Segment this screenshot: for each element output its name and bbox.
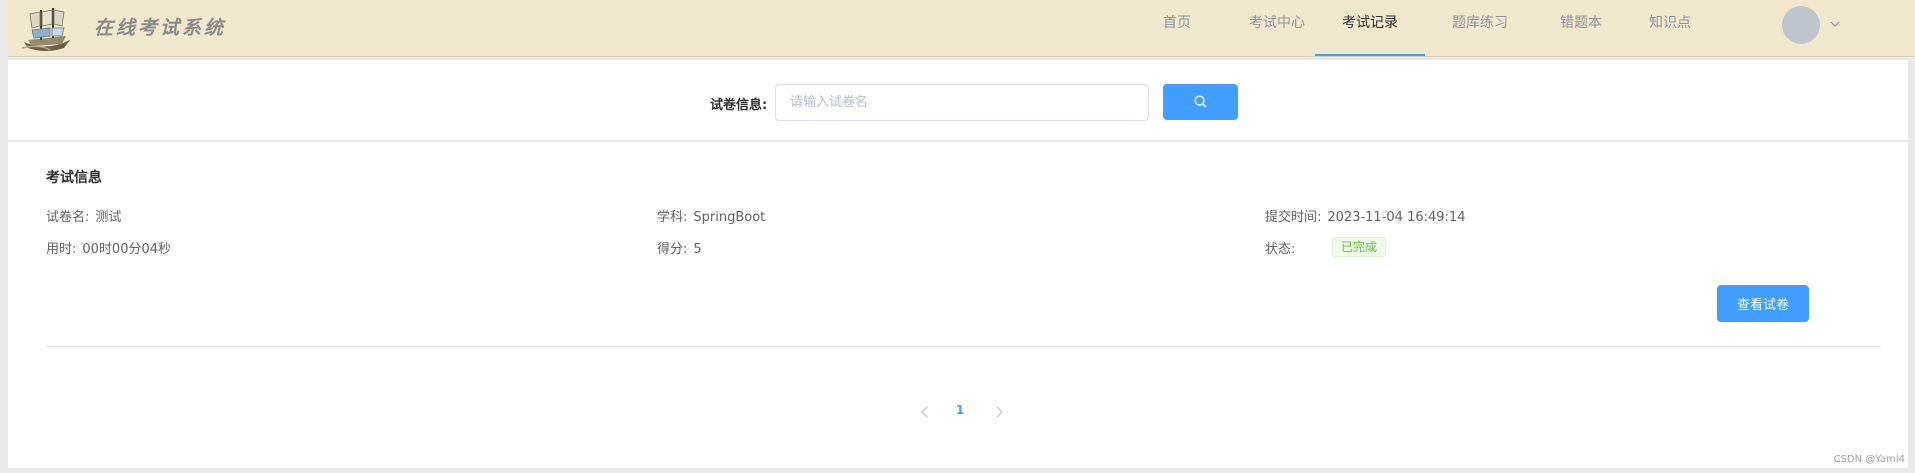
subject-value: SpringBoot <box>693 210 766 225</box>
top-header: 在线考试系统 首页 考试中心 考试记录 题库练习 错题本 知识点 <box>8 0 1915 57</box>
search-button[interactable] <box>1163 84 1238 120</box>
pagination-page[interactable]: 1 <box>952 403 968 417</box>
chevron-left-icon[interactable] <box>917 404 933 420</box>
view-paper-button[interactable]: 查看试卷 <box>1717 285 1809 322</box>
duration-label: 用时: <box>46 242 77 257</box>
search-panel: 试卷信息: <box>8 60 1908 140</box>
ship-logo-icon <box>21 8 70 51</box>
status-label: 状态: <box>1265 242 1296 257</box>
chevron-down-icon[interactable] <box>1828 17 1842 31</box>
submit-time-field: 提交时间: 2023-11-04 16:49:14 <box>1265 206 1465 225</box>
status-field: 状态: <box>1265 238 1295 257</box>
nav-item-knowledge-points[interactable]: 知识点 <box>1630 0 1710 56</box>
app-title: 在线考试系统 <box>94 17 227 39</box>
watermark: CSDN @Yaml4 <box>1833 454 1905 465</box>
chevron-right-icon[interactable] <box>991 404 1007 420</box>
submit-time-label: 提交时间: <box>1265 210 1322 225</box>
subject-label: 学科: <box>657 210 688 225</box>
nav-item-question-bank[interactable]: 题库练习 <box>1430 0 1530 56</box>
paper-name-field: 试卷名: 测试 <box>46 206 121 225</box>
score-field: 得分: 5 <box>657 238 702 257</box>
submit-time-value: 2023-11-04 16:49:14 <box>1327 210 1466 225</box>
app-root: 在线考试系统 首页 考试中心 考试记录 题库练习 错题本 知识点 试卷信息: 考… <box>0 0 1915 473</box>
duration-value: 00时00分04秒 <box>82 242 172 257</box>
score-value: 5 <box>693 242 702 257</box>
user-avatar[interactable] <box>1782 6 1820 44</box>
search-icon <box>1194 95 1207 108</box>
subject-field: 学科: SpringBoot <box>657 206 765 225</box>
paper-search-input[interactable] <box>775 84 1149 121</box>
paper-name-value: 测试 <box>95 210 122 225</box>
nav-item-exam-center[interactable]: 考试中心 <box>1232 0 1322 56</box>
status-badge: 已完成 <box>1332 237 1387 257</box>
exam-record-card: 考试信息 试卷名: 测试 学科: SpringBoot 提交时间: 2023-11-0… <box>8 142 1908 468</box>
section-title: 考试信息 <box>46 170 102 186</box>
nav-item-wrong-questions[interactable]: 错题本 <box>1536 0 1626 56</box>
paper-name-label: 试卷名: <box>46 210 90 225</box>
divider <box>46 346 1881 347</box>
duration-field: 用时: 00时00分04秒 <box>46 238 171 257</box>
search-label: 试卷信息: <box>710 98 768 113</box>
score-label: 得分: <box>657 242 688 257</box>
nav-item-exam-records[interactable]: 考试记录 <box>1315 0 1425 56</box>
nav-item-home[interactable]: 首页 <box>1151 0 1203 56</box>
